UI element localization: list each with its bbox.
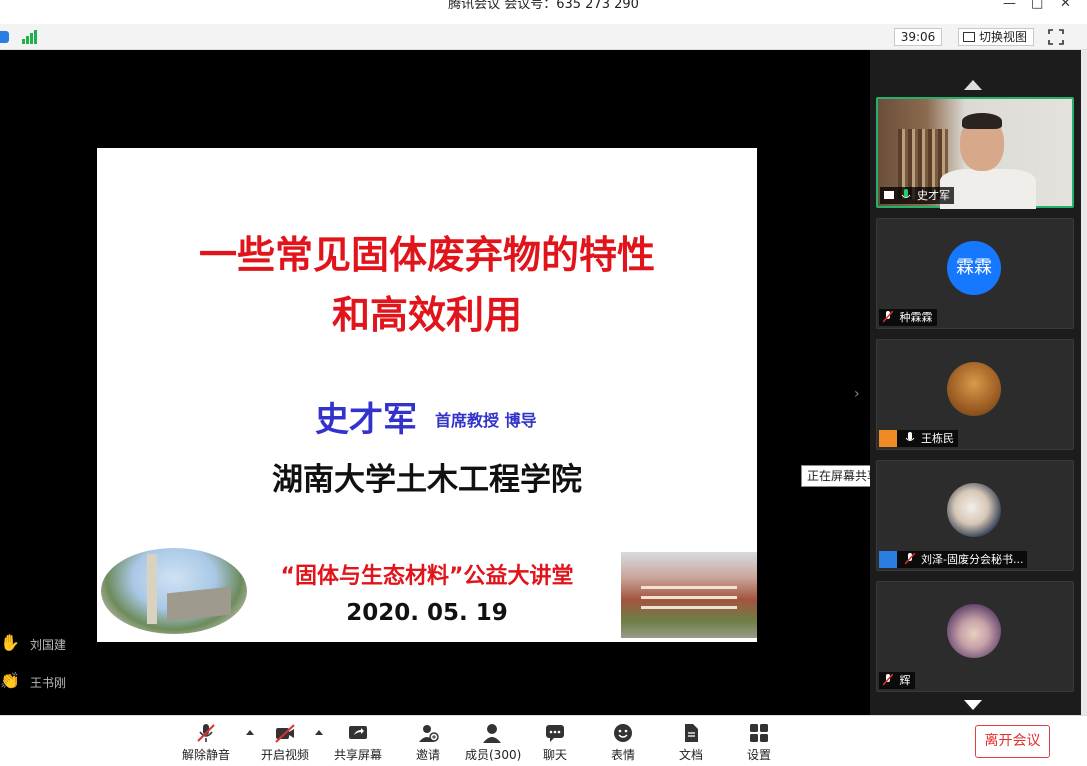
switch-view-icon <box>963 32 975 42</box>
document-icon <box>685 724 698 742</box>
docs-label: 文档 <box>678 748 703 762</box>
avatar <box>947 483 1001 537</box>
mic-on-icon <box>901 189 910 198</box>
participant-tag: 王栋民 <box>879 430 958 447</box>
docs-button[interactable]: 文档 <box>676 722 706 763</box>
participant-tag: 辉 <box>879 672 915 689</box>
chat-icon <box>546 725 564 742</box>
invite-label: 邀请 <box>415 748 440 762</box>
invite-button[interactable]: 邀请 <box>410 722 446 763</box>
video-off-icon <box>275 724 295 743</box>
participant-tag: 史才军 <box>880 187 954 204</box>
slide-author-role: 首席教授 博导 <box>435 411 537 430</box>
settings-button[interactable]: 设置 <box>744 722 774 763</box>
close-icon[interactable]: ✕ <box>1060 0 1071 11</box>
meeting-info-icon[interactable] <box>0 31 9 43</box>
participant-name: 王栋民 <box>921 432 954 445</box>
members-label: 成员(300) <box>465 748 522 762</box>
emoji-label: 表情 <box>610 748 635 762</box>
emoji-button[interactable]: 表情 <box>608 722 638 763</box>
participant-tile[interactable]: 刘泽-固废分会秘书... <box>876 460 1074 571</box>
presentation-slide: 一些常见固体废弃物的特性 和高效利用 史才军 首席教授 博导 湖南大学土木工程学… <box>97 148 757 642</box>
invite-icon <box>419 725 439 742</box>
network-signal-icon[interactable] <box>22 30 38 44</box>
host-badge-icon <box>879 430 897 447</box>
participant-tile[interactable]: 辉 <box>876 581 1074 692</box>
hand-icon: ✋ <box>0 633 20 652</box>
start-video-button[interactable]: 开启视频 <box>261 722 309 763</box>
bottom-control-bar: 解除静音 开启视频 共享屏幕 邀请 成员(300) 聊天 表情 文档 设置 离开… <box>0 715 1087 766</box>
slide-institution: 湖南大学土木工程学院 <box>272 462 582 498</box>
unmute-button[interactable]: 解除静音 <box>182 722 230 763</box>
participant-tag: 刘泽-固废分会秘书... <box>879 551 1028 568</box>
raised-hand-name: 刘国建 <box>30 638 67 652</box>
fullscreen-icon[interactable] <box>1047 28 1065 46</box>
switch-view-label: 切换视图 <box>979 30 1028 44</box>
shared-screen-area: 一些常见固体废弃物的特性 和高效利用 史才军 首席教授 博导 湖南大学土木工程学… <box>0 50 868 715</box>
audio-options-caret-icon[interactable] <box>246 730 254 735</box>
raised-hand-name: 王书刚 <box>30 676 67 690</box>
avatar <box>947 604 1001 658</box>
slide-title-line1: 一些常见固体废弃物的特性 <box>198 233 655 277</box>
top-toolbar: 39:06 切换视图 <box>0 24 1087 50</box>
settings-grid-icon <box>750 724 768 742</box>
mic-muted-icon <box>197 724 215 742</box>
settings-label: 设置 <box>746 748 771 762</box>
start-video-label: 开启视频 <box>261 748 310 762</box>
minimize-icon[interactable]: — <box>1003 0 1016 11</box>
members-icon <box>483 724 501 743</box>
participant-name: 史才军 <box>917 189 950 202</box>
campus-building-photo <box>621 552 757 638</box>
switch-view-button[interactable]: 切换视图 <box>958 28 1034 46</box>
avatar <box>947 362 1001 416</box>
slide-lecture-name: “固体与生态材料”公益大讲堂 <box>280 564 574 589</box>
share-screen-label: 共享屏幕 <box>334 748 383 762</box>
participant-name: 种霖霖 <box>899 311 933 324</box>
mic-muted-icon <box>883 311 893 323</box>
participant-tag: 种霖霖 <box>879 309 937 326</box>
mic-on-icon <box>905 432 914 441</box>
scrollbar[interactable] <box>1081 50 1087 715</box>
screen-share-icon <box>884 191 894 199</box>
slide-date: 2020. 05. 19 <box>346 600 508 626</box>
emoji-icon <box>614 724 632 742</box>
scroll-up-icon[interactable] <box>964 80 982 90</box>
scroll-down-icon[interactable] <box>964 700 982 710</box>
participant-tile[interactable]: 王栋民 <box>876 339 1074 450</box>
members-button[interactable]: 成员(300) <box>465 722 522 763</box>
leave-meeting-button[interactable]: 离开会议 <box>975 725 1050 758</box>
chat-button[interactable]: 聊天 <box>540 722 570 763</box>
chat-label: 聊天 <box>542 748 567 762</box>
window-title: 腾讯会议 会议号：635 273 290 <box>448 0 639 12</box>
slide-title-line2: 和高效利用 <box>331 293 522 337</box>
campus-gate-photo <box>101 548 247 634</box>
share-screen-icon <box>349 726 367 739</box>
participant-tile[interactable]: 史才军 <box>876 97 1074 209</box>
avatar: 霖霖 <box>947 241 1001 295</box>
maximize-icon[interactable]: □ <box>1031 0 1043 11</box>
cohost-badge-icon <box>879 551 897 568</box>
unmute-label: 解除静音 <box>182 748 231 762</box>
video-options-caret-icon[interactable] <box>315 730 323 735</box>
mic-muted-icon <box>904 553 915 565</box>
participant-name: 刘泽-固废分会秘书... <box>921 553 1024 566</box>
clap-icon: 👏 <box>0 671 20 690</box>
meeting-timer: 39:06 <box>894 28 942 46</box>
participant-tile[interactable]: 霖霖 种霖霖 <box>876 218 1074 329</box>
participant-name: 辉 <box>899 674 911 687</box>
chevron-right-icon[interactable]: › <box>854 386 864 402</box>
slide-author: 史才军 <box>315 400 417 440</box>
share-screen-button[interactable]: 共享屏幕 <box>334 722 382 763</box>
title-bar: 腾讯会议 会议号：635 273 290 — □ ✕ <box>0 0 1087 24</box>
mic-muted-icon <box>883 674 893 686</box>
